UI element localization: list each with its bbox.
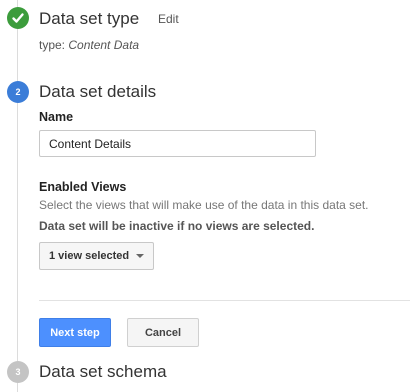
check-icon [12,13,24,23]
step-number-badge: 3 [7,361,29,383]
name-label: Name [39,110,74,124]
step-number-badge: 2 [7,81,29,103]
step-complete-check-icon [7,7,29,29]
next-step-button[interactable]: Next step [39,318,111,347]
step-title-data-set-schema: Data set schema [39,362,167,381]
section-divider [39,300,410,301]
enabled-views-description: Select the views that will make use of t… [39,198,369,212]
type-prefix: type: [39,38,66,52]
name-input[interactable] [39,130,316,157]
step-title-data-set-details: Data set details [39,82,157,101]
step-title-data-set-type: Data set type [39,9,140,28]
data-set-type-summary: type: Content Data [39,38,139,52]
enabled-views-label: Enabled Views [39,180,127,194]
step-rail [17,0,18,392]
type-value: Content Data [68,38,140,52]
chevron-down-icon [136,254,144,258]
views-dropdown[interactable]: 1 view selected [39,242,154,270]
edit-link[interactable]: Edit [158,12,179,26]
views-dropdown-label: 1 view selected [49,250,130,262]
cancel-button[interactable]: Cancel [127,318,199,347]
enabled-views-warning: Data set will be inactive if no views ar… [39,219,315,233]
